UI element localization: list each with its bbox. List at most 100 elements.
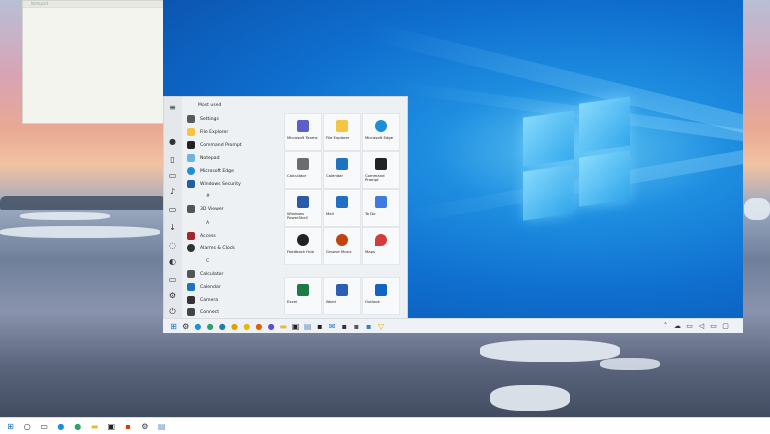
teams-icon — [297, 120, 309, 132]
gear-icon — [187, 115, 195, 123]
excel-icon — [297, 284, 309, 296]
tile-groove-music[interactable]: Groove Music — [323, 227, 361, 265]
canary-icon[interactable]: ● — [242, 322, 251, 331]
mail-icon[interactable]: ✉ — [328, 322, 337, 331]
media-icon[interactable]: ▪ — [340, 322, 349, 331]
onedrive-icon[interactable]: ☁ — [673, 322, 682, 331]
app-3d-viewer[interactable]: 3D Viewer — [184, 203, 284, 215]
folder-icon — [187, 128, 195, 136]
network-icon[interactable]: ▭ — [685, 322, 694, 331]
ice-floe — [480, 340, 620, 362]
volume-icon[interactable]: ◁ — [697, 322, 706, 331]
notepad-icon — [187, 154, 195, 162]
mail-icon — [336, 196, 348, 208]
globe-icon[interactable]: ◐ — [168, 257, 177, 266]
app-access[interactable]: Access — [184, 230, 284, 242]
tile-calendar[interactable]: Calendar — [323, 151, 361, 189]
start-menu: ≡ ● ▯ ▭ ♪ ▭ ↓ ◌ ◐ ▭ ⚙ ⏻ Most used Settin… — [163, 96, 408, 320]
app-alarms-clock[interactable]: Alarms & Clock — [184, 242, 284, 254]
tile-outlook[interactable]: Outlook — [362, 277, 400, 315]
photos-icon[interactable]: ▪ — [364, 322, 373, 331]
firefox-nightly-icon[interactable]: ● — [267, 322, 276, 331]
app-calculator[interactable]: Calculator — [184, 268, 284, 280]
tile-windows-powershell[interactable]: Windows PowerShell — [284, 189, 322, 227]
office-icon[interactable]: ▪ — [124, 422, 133, 431]
start-rail: ≡ ● ▯ ▭ ♪ ▭ ↓ ◌ ◐ ▭ ⚙ ⏻ — [164, 97, 182, 319]
start-icon[interactable]: ⊞ — [6, 422, 15, 431]
app-settings[interactable]: Settings — [184, 113, 284, 125]
tile-command-prompt[interactable]: Command Prompt — [362, 151, 400, 189]
battery-icon[interactable]: ▭ — [709, 322, 718, 331]
app-connect[interactable]: Connect — [184, 306, 284, 318]
app-windows-security[interactable]: Windows Security — [184, 178, 284, 190]
store-icon[interactable]: ▣ — [291, 322, 300, 331]
tile-maps[interactable]: Maps — [362, 227, 400, 265]
edge-icon[interactable]: ● — [193, 322, 202, 331]
vm-desktop[interactable]: ≡ ● ▯ ▭ ♪ ▭ ↓ ◌ ◐ ▭ ⚙ ⏻ Most used Settin… — [163, 0, 743, 333]
edge-icon[interactable]: ● — [56, 422, 65, 431]
notepad-titlebar[interactable]: Notepad — [23, 1, 163, 8]
pictures-icon[interactable]: ▭ — [168, 171, 177, 180]
calculator-icon — [297, 158, 309, 170]
search-icon[interactable]: ○ — [23, 422, 32, 431]
hamburger-icon[interactable]: ≡ — [168, 103, 177, 112]
task-view-icon[interactable]: ▭ — [40, 422, 49, 431]
settings-icon[interactable]: ⚙ — [140, 422, 149, 431]
edge-beta-icon[interactable]: ● — [218, 322, 227, 331]
store-icon[interactable]: ▣ — [107, 422, 116, 431]
download-icon[interactable]: ↓ — [168, 223, 177, 232]
document-icon[interactable]: ▯ — [168, 155, 177, 164]
feedback-icon — [297, 234, 309, 246]
edge-dev-icon[interactable]: ● — [206, 322, 215, 331]
ice-floe — [20, 212, 110, 220]
calendar-icon — [336, 158, 348, 170]
power-icon[interactable]: ⏻ — [168, 307, 177, 316]
app-microsoft-edge[interactable]: Microsoft Edge — [184, 165, 284, 177]
tile-calculator[interactable]: Calculator — [284, 151, 322, 189]
cube-icon — [187, 205, 195, 213]
section-a: A — [206, 221, 210, 226]
tile-file-explorer[interactable]: File Explorer — [323, 113, 361, 151]
access-icon — [187, 232, 195, 240]
app-command-prompt[interactable]: Command Prompt — [184, 139, 284, 151]
host-taskbar: ⊞ ○ ▭ ● ● ▬ ▣ ▪ ⚙ ▤ — [0, 417, 770, 434]
settings-icon[interactable]: ⚙ — [181, 322, 190, 331]
tile-mail[interactable]: Mail — [323, 189, 361, 227]
tile-microsoft-teams[interactable]: Microsoft Teams — [284, 113, 322, 151]
notepad-icon[interactable]: ▤ — [157, 422, 166, 431]
network-icon[interactable]: ◌ — [168, 241, 177, 250]
tile-feedback-hub[interactable]: Feedback Hub — [284, 227, 322, 265]
folder-icon — [336, 120, 348, 132]
firefox-icon[interactable]: ● — [254, 322, 263, 331]
notepad-icon[interactable]: ▤ — [303, 322, 312, 331]
tile-microsoft-edge[interactable]: Microsoft Edge — [362, 113, 400, 151]
chrome-icon[interactable]: ● — [230, 322, 239, 331]
pictures-folder-icon[interactable]: ▭ — [168, 275, 177, 284]
avatar-icon[interactable]: ● — [168, 137, 177, 146]
app-notepad[interactable]: Notepad — [184, 152, 284, 164]
notepad-window[interactable]: Notepad — [22, 0, 164, 124]
explorer-icon[interactable]: ▬ — [279, 322, 288, 331]
music-icon[interactable]: ♪ — [168, 187, 177, 196]
chevron-up-icon[interactable]: ˄ — [661, 322, 670, 331]
outlook-icon — [375, 284, 387, 296]
start-icon[interactable]: ⊞ — [169, 322, 178, 331]
edge-icon — [375, 120, 387, 132]
edge-dev-icon[interactable]: ● — [73, 422, 82, 431]
notepad-title: Notepad — [31, 1, 48, 6]
app-icon[interactable]: ▪ — [352, 322, 361, 331]
app-camera[interactable]: Camera — [184, 294, 284, 306]
app-calendar[interactable]: Calendar — [184, 281, 284, 293]
tile-word[interactable]: Word — [323, 277, 361, 315]
terminal-icon[interactable]: ▪ — [315, 322, 324, 331]
vs-icon[interactable]: ▽ — [376, 322, 385, 331]
app-file-explorer[interactable]: File Explorer — [184, 126, 284, 138]
explorer-icon[interactable]: ▬ — [90, 422, 99, 431]
videos-icon[interactable]: ▭ — [168, 205, 177, 214]
gear-icon[interactable]: ⚙ — [168, 291, 177, 300]
notification-icon[interactable]: ▢ — [721, 322, 730, 331]
tile-excel[interactable]: Excel — [284, 277, 322, 315]
tile-to-do[interactable]: To Do — [362, 189, 400, 227]
map-pin-icon — [375, 234, 387, 246]
terminal-icon — [187, 141, 195, 149]
